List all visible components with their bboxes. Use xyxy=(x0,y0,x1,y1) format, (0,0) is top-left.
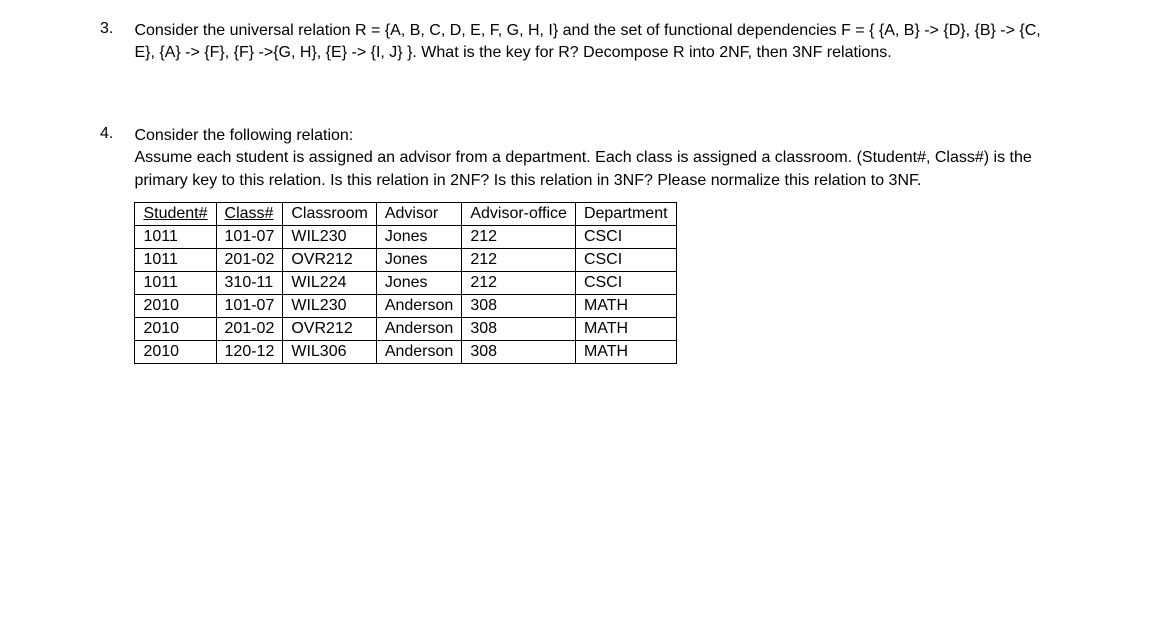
question-3: 3. Consider the universal relation R = {… xyxy=(100,20,1051,65)
table-cell: Jones xyxy=(376,248,462,271)
question-4: 4. Consider the following relation:Assum… xyxy=(100,125,1051,364)
table-cell: OVR212 xyxy=(283,248,376,271)
table-cell: 1011 xyxy=(135,271,216,294)
relation-table: Student#Class#ClassroomAdvisorAdvisor-of… xyxy=(134,202,676,364)
table-cell: WIL230 xyxy=(283,294,376,317)
table-header-cell: Advisor-office xyxy=(462,202,576,225)
table-cell: 101-07 xyxy=(216,225,283,248)
table-cell: Jones xyxy=(376,225,462,248)
table-cell: OVR212 xyxy=(283,317,376,340)
table-row: 1011101-07WIL230Jones212CSCI xyxy=(135,225,676,248)
table-cell: WIL306 xyxy=(283,340,376,363)
table-cell: MATH xyxy=(575,317,676,340)
table-cell: Anderson xyxy=(376,340,462,363)
table-cell: CSCI xyxy=(575,248,676,271)
table-cell: Anderson xyxy=(376,294,462,317)
table-cell: CSCI xyxy=(575,271,676,294)
table-row: 1011201-02OVR212Jones212CSCI xyxy=(135,248,676,271)
table-cell: 101-07 xyxy=(216,294,283,317)
table-cell: 212 xyxy=(462,248,576,271)
table-row: 1011310-11WIL224Jones212CSCI xyxy=(135,271,676,294)
table-row: 2010201-02OVR212Anderson308MATH xyxy=(135,317,676,340)
table-header-cell: Advisor xyxy=(376,202,462,225)
table-cell: 2010 xyxy=(135,294,216,317)
table-cell: WIL230 xyxy=(283,225,376,248)
table-header-cell: Department xyxy=(575,202,676,225)
table-cell: 2010 xyxy=(135,340,216,363)
table-cell: 310-11 xyxy=(216,271,283,294)
table-cell: MATH xyxy=(575,340,676,363)
question-body: Consider the universal relation R = {A, … xyxy=(134,20,1045,65)
table-cell: 1011 xyxy=(135,225,216,248)
table-cell: 308 xyxy=(462,340,576,363)
table-row: 2010120-12WIL306Anderson308MATH xyxy=(135,340,676,363)
question-number: 3. xyxy=(100,20,130,38)
table-cell: 120-12 xyxy=(216,340,283,363)
table-row: 2010101-07WIL230Anderson308MATH xyxy=(135,294,676,317)
question-text: Consider the universal relation R = {A, … xyxy=(134,22,1040,61)
table-cell: Jones xyxy=(376,271,462,294)
table-cell: Anderson xyxy=(376,317,462,340)
table-cell: 212 xyxy=(462,225,576,248)
table-cell: 201-02 xyxy=(216,248,283,271)
table-cell: CSCI xyxy=(575,225,676,248)
table-header-cell: Class# xyxy=(216,202,283,225)
table-cell: 2010 xyxy=(135,317,216,340)
table-cell: 1011 xyxy=(135,248,216,271)
question-body: Consider the following relation:Assume e… xyxy=(134,125,1045,364)
table-cell: WIL224 xyxy=(283,271,376,294)
table-header-cell: Student# xyxy=(135,202,216,225)
question-number: 4. xyxy=(100,125,130,143)
table-cell: 201-02 xyxy=(216,317,283,340)
table-cell: 212 xyxy=(462,271,576,294)
table-cell: 308 xyxy=(462,317,576,340)
table-header-cell: Classroom xyxy=(283,202,376,225)
table-cell: 308 xyxy=(462,294,576,317)
table-cell: MATH xyxy=(575,294,676,317)
table-header-row: Student#Class#ClassroomAdvisorAdvisor-of… xyxy=(135,202,676,225)
question-text: Consider the following relation:Assume e… xyxy=(134,127,1031,189)
